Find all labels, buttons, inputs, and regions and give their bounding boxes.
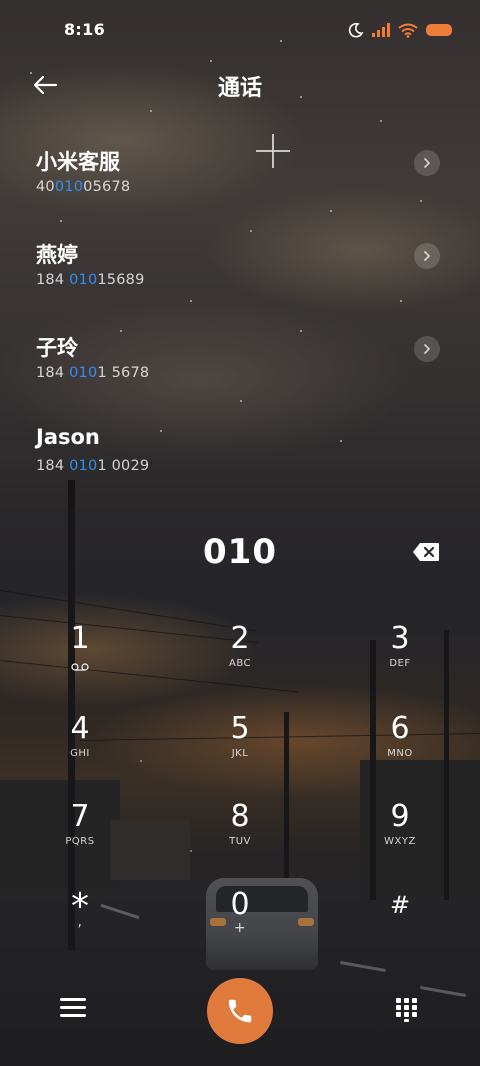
contact-number: 184 0101 5678	[36, 365, 150, 381]
contact-name: 燕婷	[36, 243, 78, 267]
call-button[interactable]	[207, 978, 273, 1044]
wifi-icon	[398, 23, 418, 38]
dialer-actions	[0, 978, 480, 1044]
key-star[interactable]: * ,	[20, 888, 140, 968]
key-6[interactable]: 6 MNO	[340, 712, 460, 792]
keypad-toggle-button[interactable]	[396, 998, 418, 1022]
page-title: 通话	[217, 76, 262, 101]
chevron-right-icon	[424, 158, 431, 168]
menu-icon	[60, 998, 86, 1017]
key-hash[interactable]: #	[340, 888, 460, 968]
contact-name: 小米客服	[36, 150, 120, 174]
contact-item[interactable]: 燕婷 184 01015689	[0, 223, 480, 316]
menu-button[interactable]	[60, 998, 86, 1020]
contact-detail-button[interactable]	[414, 243, 440, 269]
contact-list: 小米客服 4001005678 燕婷 184 01015689 子玲 184 0…	[0, 130, 480, 502]
dialer-screen: 8:16 通话 小米客服 4001005678 燕婷 184 01015689 …	[0, 0, 480, 1066]
status-bar: 8:16	[0, 0, 480, 62]
chevron-right-icon	[424, 344, 431, 354]
key-4[interactable]: 4 GHI	[20, 712, 140, 792]
contact-item[interactable]: 小米客服 4001005678	[0, 130, 480, 223]
dial-display: 010	[0, 530, 480, 580]
key-0[interactable]: 0 +	[180, 888, 300, 968]
contact-number: 4001005678	[36, 179, 131, 195]
header: 通话	[0, 62, 480, 106]
dialed-number: 010	[203, 532, 277, 572]
key-2[interactable]: 2 ABC	[180, 622, 300, 702]
contact-number: 184 0101 0029	[36, 458, 150, 474]
key-7[interactable]: 7 PQRS	[20, 800, 140, 880]
backspace-button[interactable]	[412, 542, 440, 562]
status-icons	[348, 22, 452, 38]
contact-detail-button[interactable]	[414, 336, 440, 362]
status-time: 8:16	[64, 20, 105, 39]
contact-name: Jason	[36, 425, 100, 449]
backspace-icon	[413, 543, 439, 561]
contact-item[interactable]: 子玲 184 0101 5678	[0, 316, 480, 409]
phone-icon	[228, 999, 252, 1023]
voicemail-icon	[71, 663, 89, 671]
contact-detail-button[interactable]	[414, 150, 440, 176]
moon-icon	[348, 22, 364, 38]
battery-icon	[426, 24, 452, 36]
signal-icon	[372, 23, 390, 37]
key-1[interactable]: 1	[20, 622, 140, 702]
key-3[interactable]: 3 DEF	[340, 622, 460, 702]
contact-name: 子玲	[36, 336, 78, 360]
contact-item[interactable]: Jason 184 0101 0029	[0, 409, 480, 502]
key-8[interactable]: 8 TUV	[180, 800, 300, 880]
chevron-right-icon	[424, 251, 431, 261]
key-5[interactable]: 5 JKL	[180, 712, 300, 792]
contact-number: 184 01015689	[36, 272, 145, 288]
key-9[interactable]: 9 WXYZ	[340, 800, 460, 880]
